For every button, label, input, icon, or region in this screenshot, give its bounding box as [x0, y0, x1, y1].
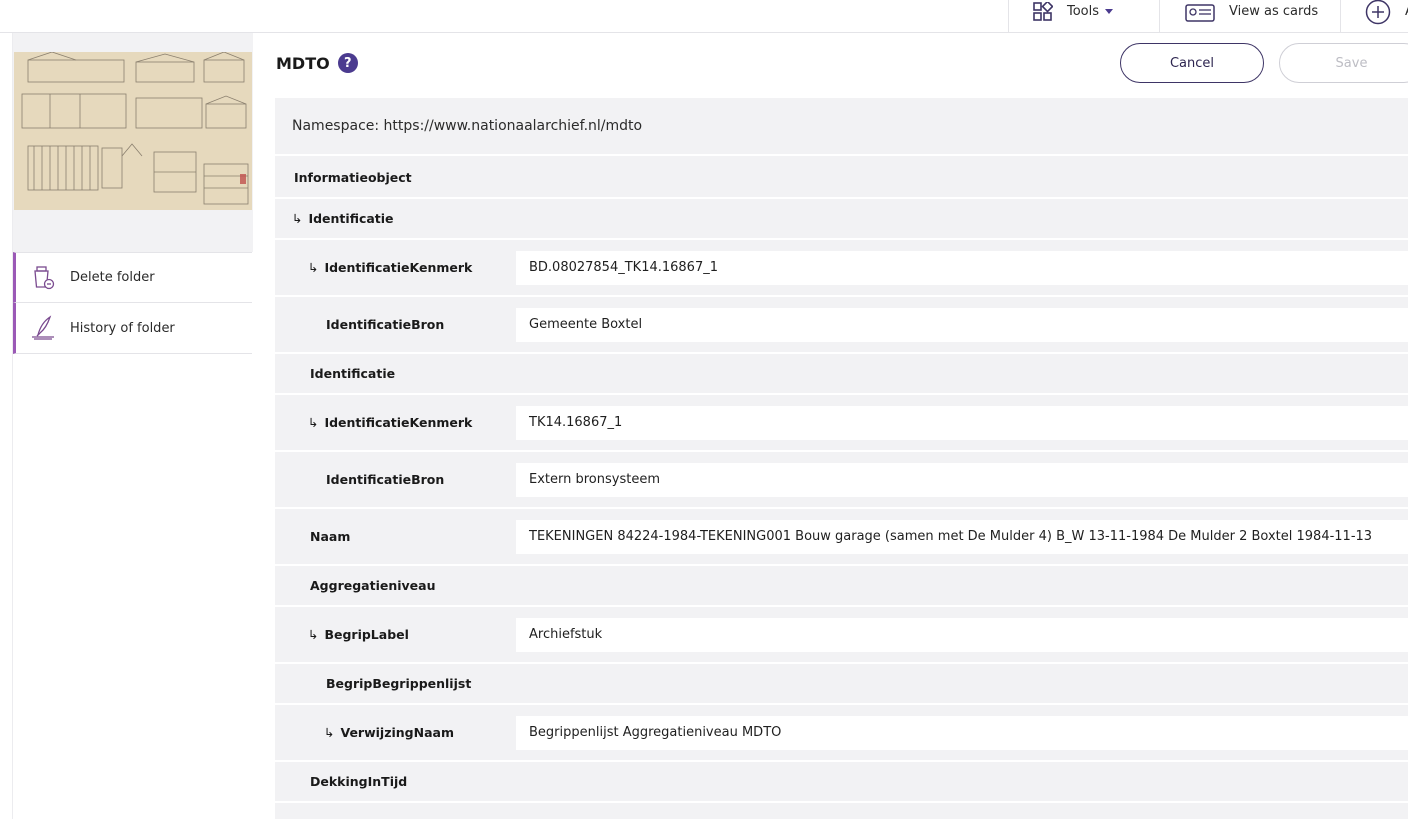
thumbnail-area	[13, 33, 253, 252]
metadata-panel: Namespace: https://www.nationaalarchief.…	[275, 98, 1408, 819]
field-label: Aggregatieniveau	[310, 578, 436, 593]
view-as-cards-label: View as cards	[1229, 4, 1319, 19]
field-label: BegripBegrippenlijst	[326, 676, 472, 691]
identificatiebron-field[interactable]: Gemeente Boxtel	[516, 307, 1408, 342]
metadata-row: DekkingInTijd	[275, 762, 1408, 803]
field-label: IdentificatieBron	[326, 317, 445, 332]
sidebar-item-label: History of folder	[70, 320, 175, 336]
sidebar-item-history-of-folder[interactable]: History of folder	[13, 303, 252, 354]
metadata-row: BegripBegrippenlijst	[275, 664, 1408, 705]
metadata-row: ↳ IdentificatieKenmerk BD.08027854_TK14.…	[275, 240, 1408, 297]
sidebar-item-label: Delete folder	[70, 270, 155, 285]
field-label: Informatieobject	[294, 170, 412, 185]
field-label: IdentificatieBron	[326, 472, 445, 487]
view-as-cards-button[interactable]: View as cards	[1159, 0, 1341, 33]
field-label: Identificatie	[310, 366, 396, 381]
field-label: DekkingInTijd	[310, 774, 408, 789]
save-button[interactable]: Save	[1279, 43, 1408, 83]
sidebar-item-delete-folder[interactable]: Delete folder	[13, 252, 252, 303]
metadata-row: Informatieobject	[275, 158, 1408, 199]
metadata-row: ↳ VerwijzingNaam Begrippenlijst Aggregat…	[275, 705, 1408, 762]
top-toolbar: Tools View as cards A	[0, 0, 1408, 33]
identificatiekenmerk-field[interactable]: TK14.16867_1	[516, 405, 1408, 440]
page-title: MDTO	[276, 53, 330, 73]
tools-menu-button[interactable]: Tools	[1008, 0, 1160, 33]
metadata-row: ↳ Identificatie	[275, 199, 1408, 240]
sidebar: Delete folder History of folder	[12, 33, 253, 819]
history-quill-icon	[32, 315, 54, 340]
metadata-row: IdentificatieBron Gemeente Boxtel	[275, 297, 1408, 354]
metadata-row: Naam TEKENINGEN 84224-1984-TEKENING001 B…	[275, 509, 1408, 566]
begriplabel-field[interactable]: Archiefstuk	[516, 617, 1408, 652]
delete-folder-icon	[34, 265, 55, 289]
chevron-down-icon	[1105, 9, 1114, 14]
cards-icon	[1185, 3, 1215, 22]
cancel-button[interactable]: Cancel	[1120, 43, 1264, 83]
field-label: ↳ BegripLabel	[308, 627, 409, 642]
naam-field[interactable]: TEKENINGEN 84224-1984-TEKENING001 Bouw g…	[516, 519, 1408, 554]
verwijzingnaam-field[interactable]: Begrippenlijst Aggregatieniveau MDTO	[516, 715, 1408, 750]
field-label: Naam	[310, 529, 351, 544]
namespace-row: Namespace: https://www.nationaalarchief.…	[275, 98, 1408, 156]
document-thumbnail[interactable]	[14, 51, 252, 210]
field-label: ↳ Identificatie	[292, 211, 394, 226]
grid-icon	[1033, 1, 1053, 21]
blueprint-drawing-image	[14, 51, 252, 210]
plus-circle-icon	[1365, 0, 1391, 24]
metadata-row: Identificatie	[275, 354, 1408, 395]
metadata-row: ↳ BegripLabel Archiefstuk	[275, 607, 1408, 664]
field-label: ↳ IdentificatieKenmerk	[308, 260, 473, 275]
metadata-row: ↳ IdentificatieKenmerk TK14.16867_1	[275, 395, 1408, 452]
metadata-row: IdentificatieBron Extern bronsysteem	[275, 452, 1408, 509]
identificatiebron-field[interactable]: Extern bronsysteem	[516, 462, 1408, 497]
add-button[interactable]: A	[1340, 0, 1408, 33]
metadata-row: Aggregatieniveau	[275, 566, 1408, 607]
field-label: ↳ IdentificatieKenmerk	[308, 415, 473, 430]
tools-label: Tools	[1067, 4, 1100, 19]
page-header: MDTO ?	[276, 50, 358, 76]
identificatiekenmerk-field[interactable]: BD.08027854_TK14.16867_1	[516, 250, 1408, 285]
help-icon[interactable]: ?	[337, 53, 358, 73]
field-label: ↳ VerwijzingNaam	[324, 725, 454, 740]
